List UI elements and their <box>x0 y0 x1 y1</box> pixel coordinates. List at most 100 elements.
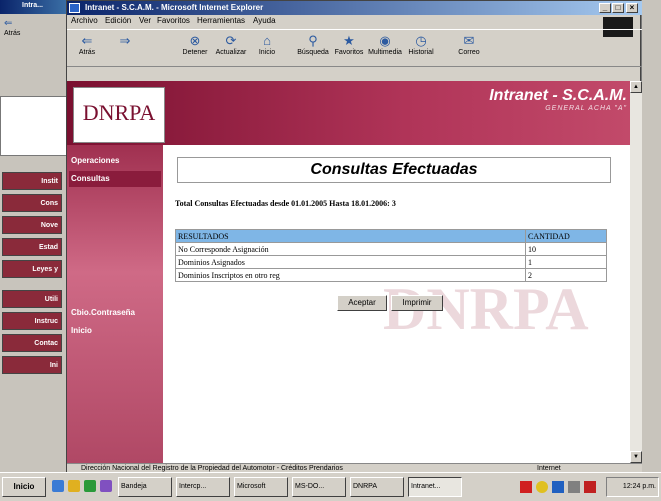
tray-app-icon[interactable] <box>520 481 532 493</box>
nav-cambio-contrasena[interactable]: Cbio.Contraseña <box>69 305 161 321</box>
site-subtitle: GENERAL ACHA "A" <box>545 105 627 112</box>
search-button[interactable]: ⚲ Búsqueda <box>295 32 331 64</box>
table-header-row: RESULTADOS CANTIDAD <box>175 229 607 243</box>
background-window: Intra... ⇐ Atrás Instit Cons Nove Estad … <box>0 0 67 472</box>
favorites-button[interactable]: ★ Favoritos <box>331 32 367 64</box>
forward-arrow-icon: ⇒ <box>119 33 131 48</box>
favorites-icon: ★ <box>343 33 355 48</box>
background-window-right <box>641 0 661 472</box>
background-nav-button[interactable]: Leyes y <box>2 260 62 278</box>
table-cell: Dominios Asignados <box>175 255 526 269</box>
maximize-button[interactable]: □ <box>612 3 624 13</box>
task-intercp[interactable]: Intercp... <box>176 477 230 497</box>
mail-icon: ✉ <box>463 33 475 48</box>
quicklaunch-folder-icon[interactable] <box>68 480 80 492</box>
history-icon: ◷ <box>415 33 427 48</box>
system-clock[interactable]: 12:24 p.m. <box>606 477 659 497</box>
nav-consultas[interactable]: Consultas <box>69 171 161 187</box>
task-intranet[interactable]: Intranet... <box>408 477 462 497</box>
background-nav-button[interactable]: Ini <box>2 356 62 374</box>
background-back-icon[interactable]: ⇐ <box>4 18 12 29</box>
nav-inicio[interactable]: Inicio <box>69 323 161 339</box>
media-button[interactable]: ◉ Multimedia <box>367 32 403 64</box>
results-table: RESULTADOS CANTIDAD No Corresponde Asign… <box>175 229 607 282</box>
background-nav-button[interactable]: Utili <box>2 290 62 308</box>
background-nav-button[interactable]: Contac <box>2 334 62 352</box>
back-label: Atrás <box>78 49 96 56</box>
print-button[interactable]: Imprimir <box>391 295 443 311</box>
sidebar: Operaciones Consultas Cbio.Contraseña In… <box>67 145 163 463</box>
home-icon: ⌂ <box>263 33 271 48</box>
table-cell: No Corresponde Asignación <box>175 242 526 256</box>
scroll-up-icon[interactable]: ▲ <box>630 81 642 93</box>
background-nav-button[interactable]: Instit <box>2 172 62 190</box>
background-nav-button[interactable]: Cons <box>2 194 62 212</box>
menu-herramientas[interactable]: Herramientas <box>197 16 245 25</box>
back-button[interactable]: ⇐ Atrás <box>69 32 105 64</box>
tray-network-icon[interactable] <box>552 481 564 493</box>
home-button[interactable]: ⌂ Inicio <box>249 32 285 64</box>
table-cell: 1 <box>525 255 607 269</box>
quicklaunch-app-icon[interactable] <box>84 480 96 492</box>
refresh-button[interactable]: ⟳ Actualizar <box>213 32 249 64</box>
favorites-label: Favoritos <box>334 49 364 56</box>
summary-text: Total Consultas Efectuadas desde 01.01.2… <box>175 199 396 208</box>
forward-button[interactable]: ⇒ <box>107 32 143 64</box>
tray-alert-icon[interactable] <box>584 481 596 493</box>
menu-edicion[interactable]: Edición <box>105 16 131 25</box>
refresh-icon: ⟳ <box>225 33 237 48</box>
table-row: No Corresponde Asignación 10 <box>175 242 607 256</box>
tray-volume-icon[interactable] <box>568 481 580 493</box>
table-header-cell: CANTIDAD <box>525 229 607 243</box>
quicklaunch-desktop-icon[interactable] <box>100 480 112 492</box>
close-button[interactable]: × <box>626 3 638 13</box>
toolbar: ⇐ Atrás ⇒ ⊗ Detener ⟳ Actualizar ⌂ Inicio ⚲ B… <box>67 29 642 67</box>
menu-bar: Archivo Edición Ver Favoritos Herramient… <box>67 15 642 29</box>
table-row: Dominios Inscriptos en otro reg 2 <box>175 268 607 282</box>
page-title: Consultas Efectuadas <box>177 157 611 183</box>
task-msdos[interactable]: MS-DO... <box>292 477 346 497</box>
table-cell: Dominios Inscriptos en otro reg <box>175 268 526 282</box>
background-nav-button[interactable]: Estad <box>2 238 62 256</box>
vertical-scrollbar[interactable]: ▲ ▼ <box>630 81 642 463</box>
taskbar: Inicio Bandeja Intercp... Microsoft MS-D… <box>0 472 661 501</box>
site-logo: DNRPA <box>73 87 165 143</box>
browser-window: Intranet - S.C.A.M. - Microsoft Internet… <box>66 0 642 474</box>
table-cell: 10 <box>525 242 607 256</box>
history-button[interactable]: ◷ Historial <box>403 32 439 64</box>
task-dnrpa[interactable]: DNRPA <box>350 477 404 497</box>
quicklaunch-ie-icon[interactable] <box>52 480 64 492</box>
minimize-button[interactable]: _ <box>599 3 611 13</box>
window-title: Intranet - S.C.A.M. - Microsoft Internet… <box>85 3 264 12</box>
background-window-title: Intra... <box>22 2 44 9</box>
nav-operaciones[interactable]: Operaciones <box>69 153 161 169</box>
menu-ayuda[interactable]: Ayuda <box>253 16 276 25</box>
scroll-down-icon[interactable]: ▼ <box>630 451 642 463</box>
task-microsoft[interactable]: Microsoft <box>234 477 288 497</box>
background-logo <box>0 96 66 156</box>
stop-button[interactable]: ⊗ Detener <box>177 32 213 64</box>
page-content: DNRPA Intranet - S.C.A.M. GENERAL ACHA "… <box>67 81 630 463</box>
table-row: Dominios Asignados 1 <box>175 255 607 269</box>
tray-status-icon[interactable] <box>536 481 548 493</box>
back-arrow-icon: ⇐ <box>81 33 93 48</box>
menu-archivo[interactable]: Archivo <box>71 16 98 25</box>
home-label: Inicio <box>258 49 276 56</box>
background-nav-button[interactable]: Nove <box>2 216 62 234</box>
ie-icon <box>69 3 80 13</box>
background-back-label[interactable]: Atrás <box>4 30 20 37</box>
task-bandeja[interactable]: Bandeja <box>118 477 172 497</box>
menu-favoritos[interactable]: Favoritos <box>157 16 190 25</box>
accept-button[interactable]: Aceptar <box>337 295 387 311</box>
mail-button[interactable]: ✉ Correo <box>451 32 487 64</box>
menu-ver[interactable]: Ver <box>139 16 151 25</box>
site-title: Intranet - S.C.A.M. <box>489 87 627 104</box>
address-bar[interactable] <box>67 65 642 81</box>
stop-label: Detener <box>182 49 208 56</box>
search-label: Búsqueda <box>297 49 329 56</box>
start-button[interactable]: Inicio <box>2 477 46 497</box>
browser-titlebar[interactable]: Intranet - S.C.A.M. - Microsoft Internet… <box>67 1 642 15</box>
background-nav-button[interactable]: Instruc <box>2 312 62 330</box>
main-content: DNRPA Consultas Efectuadas Total Consult… <box>163 145 623 463</box>
search-icon: ⚲ <box>308 33 318 48</box>
